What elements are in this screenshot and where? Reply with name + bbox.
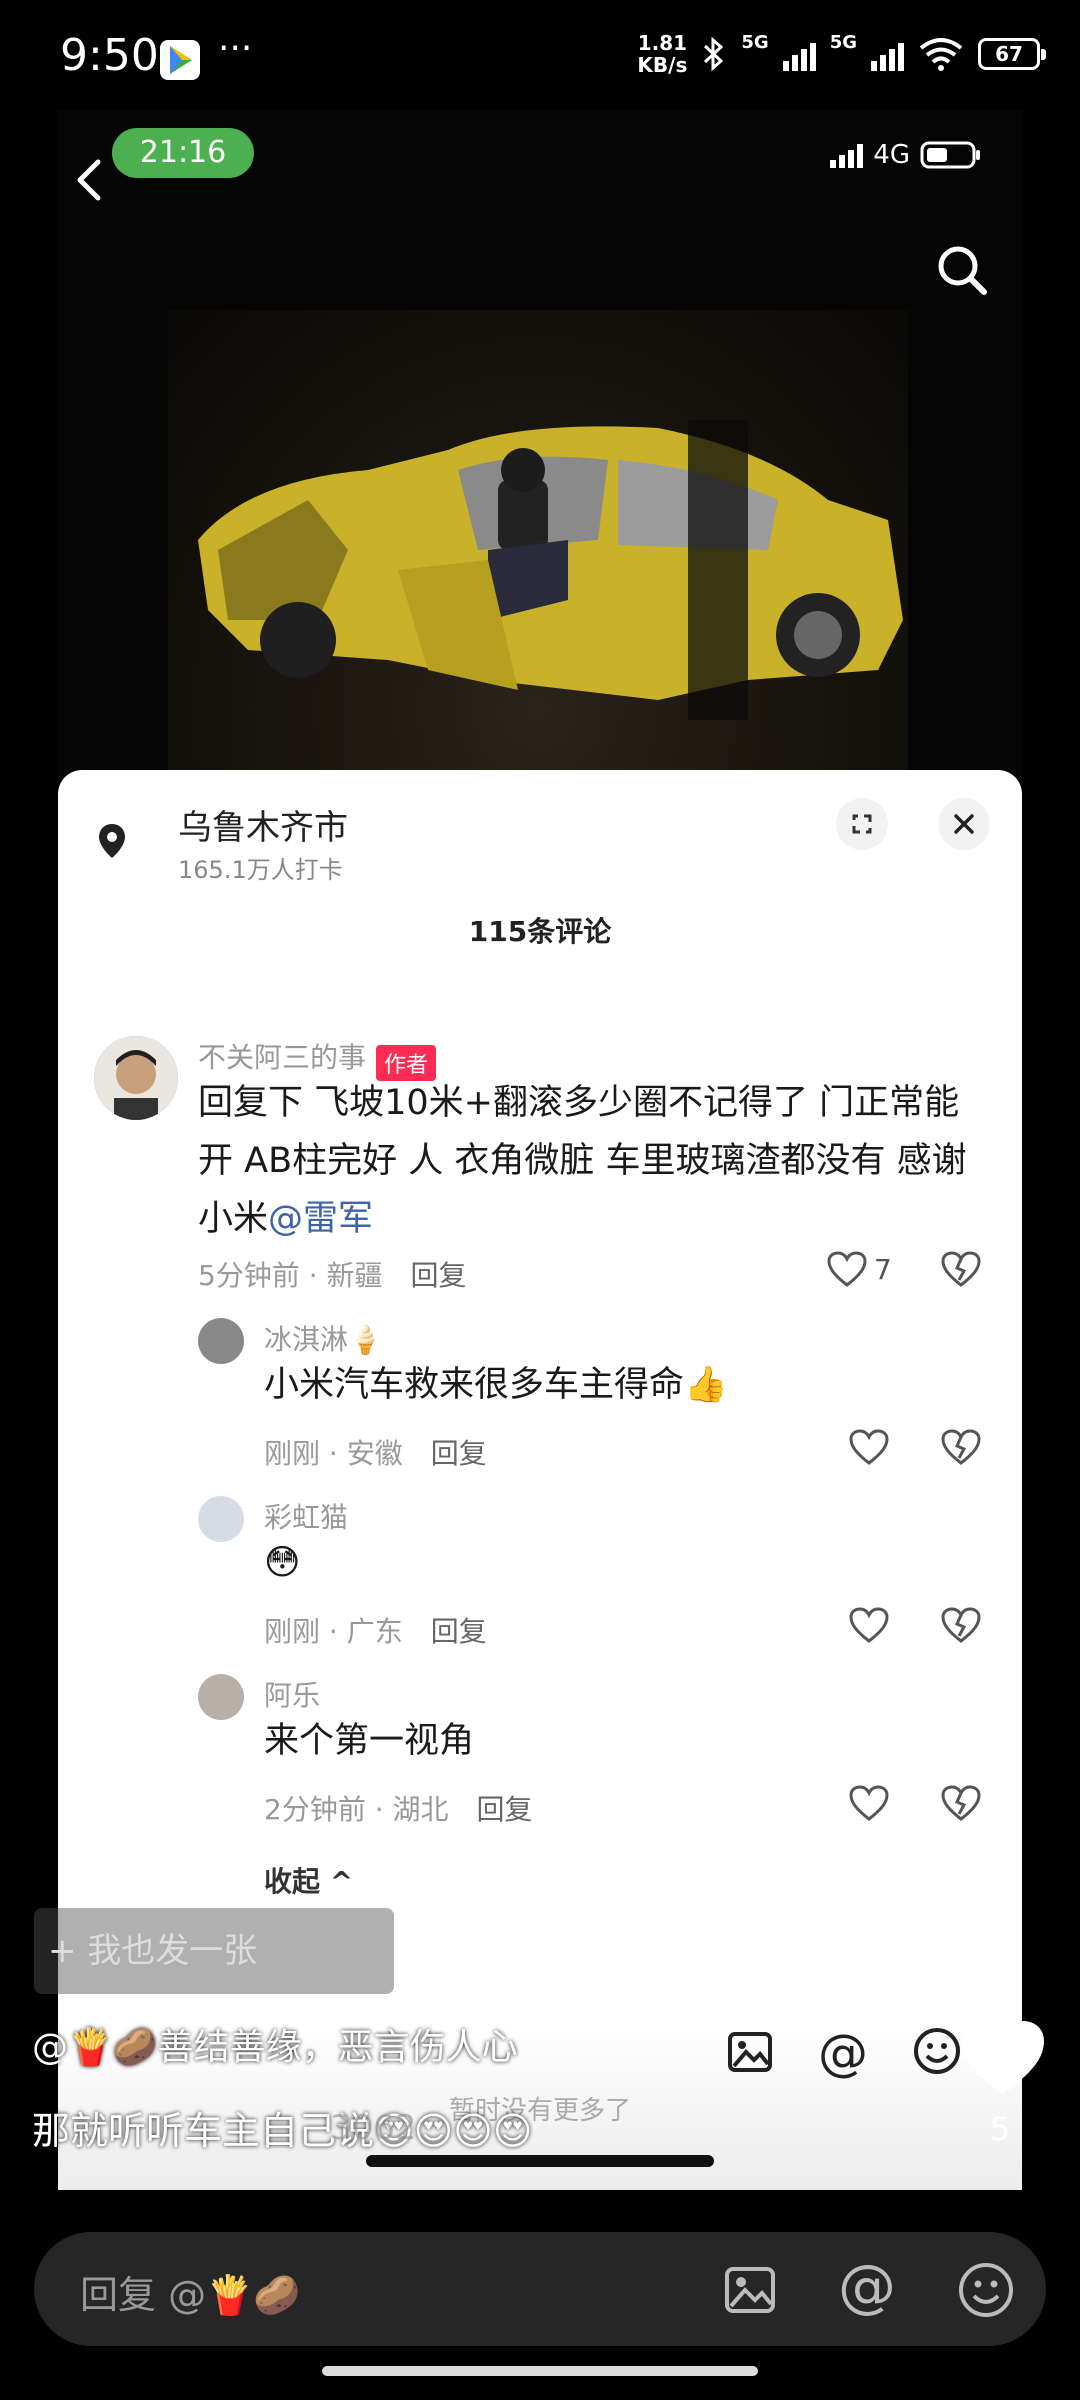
network-type-label: 5G	[741, 32, 769, 53]
dislike-icon[interactable]	[940, 1784, 982, 1826]
reply-button[interactable]: 回复	[431, 1615, 487, 1648]
comment-meta: 2分钟前 · 湖北 回复	[264, 1793, 533, 1826]
close-icon[interactable]	[938, 798, 990, 850]
faded-overlay-text: 3062	[330, 2108, 417, 2148]
play-store-icon	[160, 40, 200, 80]
comment-text: 回复下 飞坡10米+翻滚多少圈不记得了 门正常能开 AB柱完好 人 衣角微脏 车…	[198, 1083, 967, 1239]
crashed-car-image	[198, 420, 903, 720]
comment-username[interactable]: 不关阿三的事	[198, 1041, 366, 1074]
mention-icon[interactable]: @	[818, 2024, 868, 2082]
like-heart-icon[interactable]	[848, 1606, 890, 1648]
call-time-pill: 21:16	[112, 128, 254, 178]
comment-text: 😳	[264, 1543, 301, 1583]
comment-meta: 5分钟前 · 新疆 回复	[198, 1259, 467, 1292]
avatar[interactable]	[198, 1318, 244, 1364]
signal-icon	[782, 37, 816, 71]
reply-placeholder: 回复 @🍟🥔	[80, 2273, 301, 2317]
comment-username[interactable]: 阿乐	[264, 1674, 320, 1714]
dislike-icon[interactable]	[940, 1428, 982, 1470]
inner-battery-icon	[920, 141, 980, 169]
inner-home-indicator	[366, 2155, 714, 2167]
image-icon[interactable]	[726, 2028, 774, 2076]
inner-status-right: 4G	[830, 140, 982, 170]
dislike-icon[interactable]	[940, 1250, 982, 1292]
comment-meta: 刚刚 · 广东 回复	[264, 1615, 487, 1648]
network-speed: 1.81 KB/s	[637, 31, 688, 77]
location-pin-icon	[92, 820, 132, 860]
comment-text: 小米汽车救来很多车主得命👍	[264, 1365, 728, 1405]
location-name[interactable]: 乌鲁木齐市	[178, 800, 348, 849]
dislike-icon[interactable]	[940, 1606, 982, 1648]
avatar[interactable]	[198, 1496, 244, 1542]
share-photo-button[interactable]: + 我也发一张	[34, 1908, 394, 1994]
reply-button[interactable]: 回复	[431, 1437, 487, 1470]
comment-username[interactable]: 彩虹猫	[264, 1496, 348, 1536]
like-heart-icon[interactable]	[958, 2018, 1048, 2098]
avatar[interactable]	[198, 1674, 244, 1720]
wifi-icon	[919, 38, 963, 71]
comment-username[interactable]: 冰淇淋🍦	[264, 1318, 383, 1358]
inner-network-label: 4G	[873, 140, 910, 170]
comment-meta: 刚刚 · 安徽 回复	[264, 1437, 487, 1470]
danmu-comment: @🍟🥔善结善缘，恶言伤人心	[32, 2027, 518, 2068]
like-heart-icon[interactable]	[848, 1428, 890, 1470]
reply-button[interactable]: 回复	[477, 1793, 533, 1826]
video-frame: 21:16 4G 乌鲁木齐市 165.1万人打卡 115条评论 不关阿三的事 作…	[58, 110, 1022, 2190]
more-notifications-icon: ···	[218, 28, 253, 69]
home-indicator[interactable]	[322, 2366, 758, 2376]
mention-icon[interactable]: @	[838, 2252, 896, 2320]
status-bar: 9:50 ··· 1.81 KB/s 5G 5G 67	[0, 0, 1080, 110]
network-type-label-2: 5G	[829, 32, 857, 53]
like-button[interactable]: 7	[826, 1250, 892, 1288]
like-heart-icon[interactable]	[848, 1784, 890, 1826]
reply-button[interactable]: 回复	[411, 1259, 467, 1292]
battery-indicator: 67	[978, 38, 1046, 70]
collapse-replies-button[interactable]: 收起 ^	[264, 1860, 353, 1900]
mention-link[interactable]: @雷军	[268, 1199, 373, 1239]
inner-signal-icon	[830, 142, 864, 168]
search-icon[interactable]	[922, 230, 1002, 310]
video-like-count: 5	[990, 2110, 1011, 2148]
comments-count: 115条评论	[468, 915, 612, 948]
status-right: 1.81 KB/s 5G 5G 67	[637, 31, 1046, 77]
avatar[interactable]	[94, 1036, 178, 1120]
like-count: 7	[874, 1252, 892, 1286]
image-icon[interactable]	[722, 2262, 778, 2318]
signal-icon-2	[871, 37, 904, 71]
danmu-comment: 那就听听车主自己说😍😍😍😍	[32, 2109, 533, 2153]
bluetooth-icon	[704, 36, 724, 72]
clock: 9:50	[60, 30, 159, 81]
comment-text: 来个第一视角	[264, 1721, 475, 1761]
checkin-count: 165.1万人打卡	[178, 856, 343, 884]
emoji-icon[interactable]	[956, 2260, 1016, 2320]
heart-icon	[827, 1251, 867, 1287]
expand-icon[interactable]	[836, 798, 888, 850]
emoji-icon[interactable]	[912, 2026, 962, 2076]
